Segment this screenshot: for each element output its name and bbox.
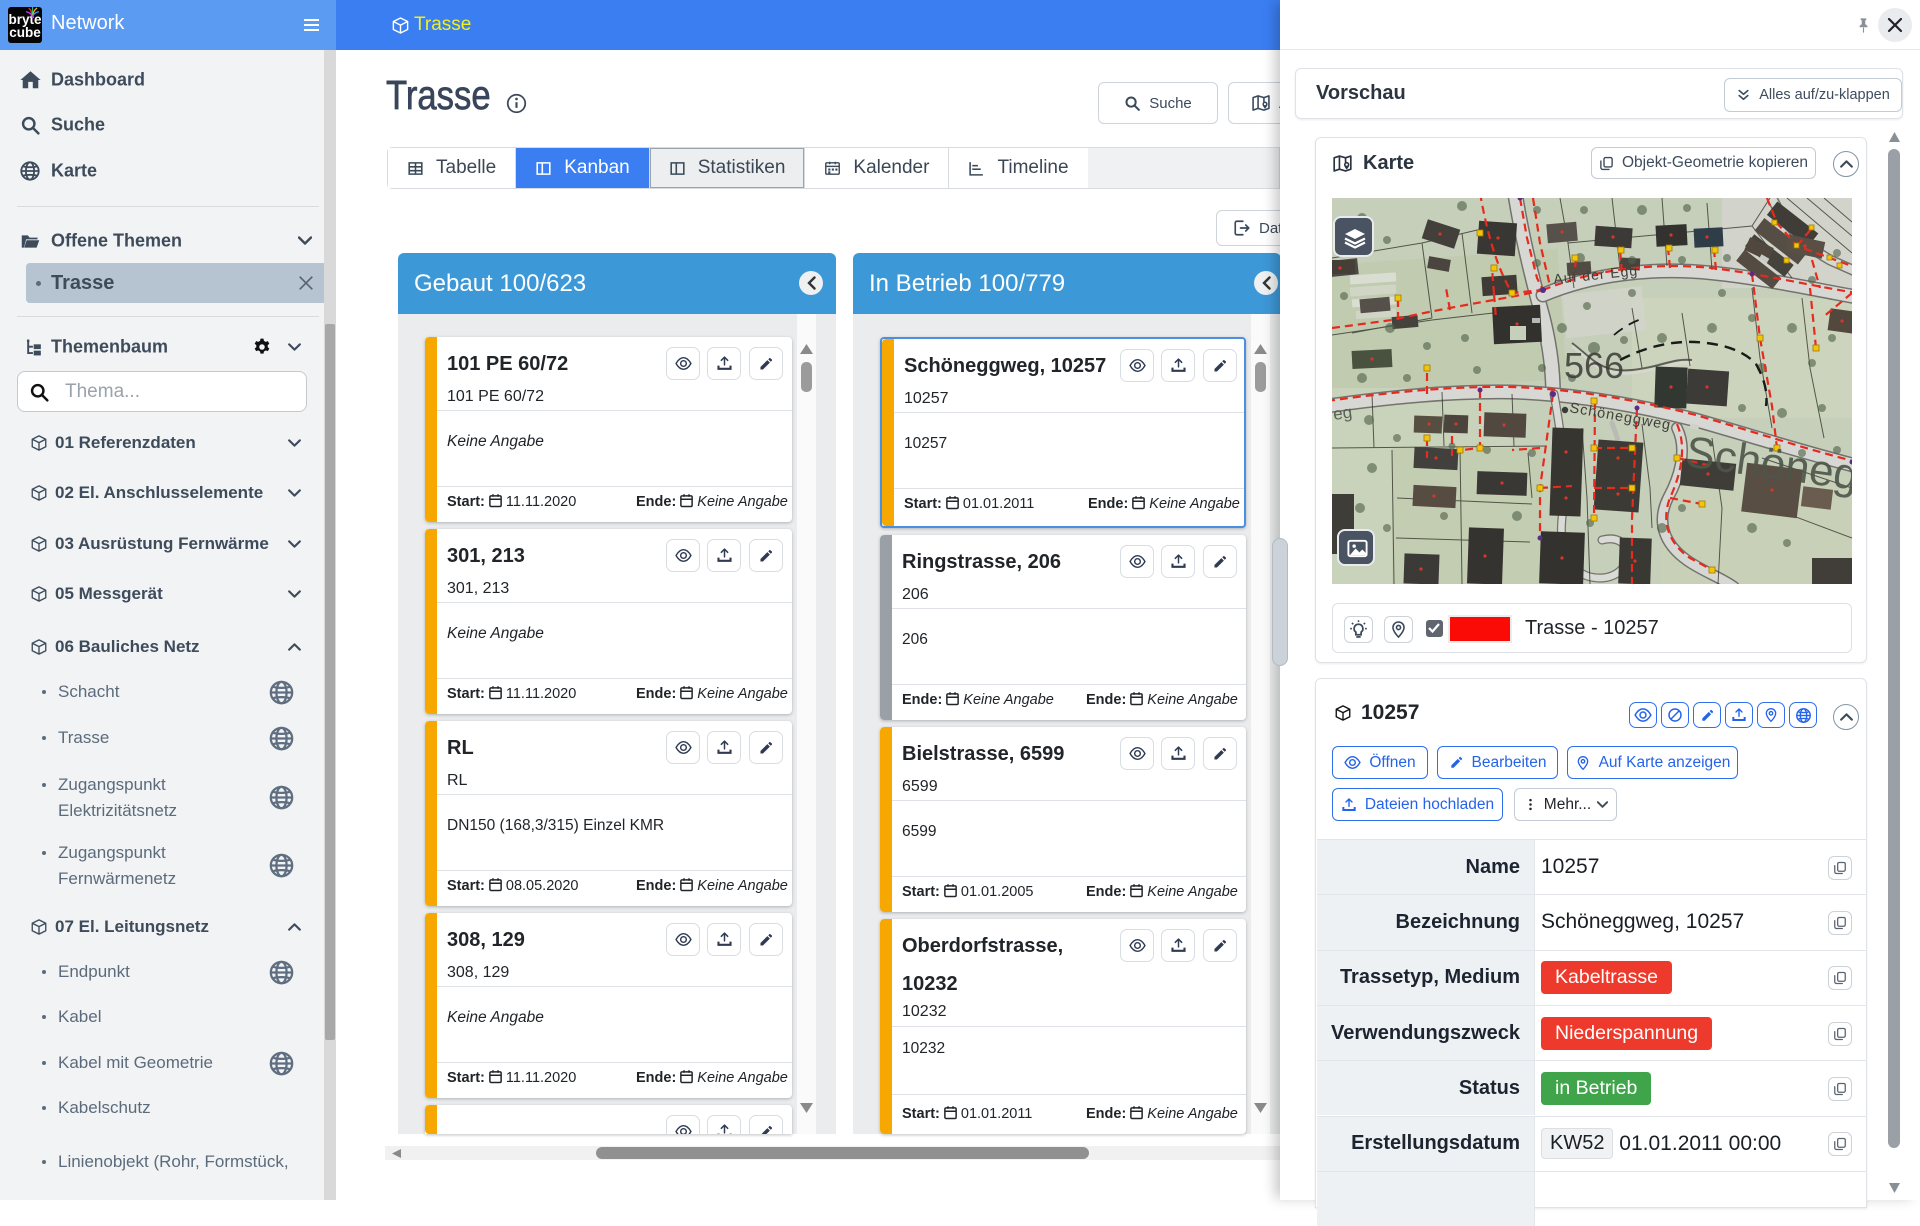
svg-text:566: 566 <box>1564 345 1624 386</box>
svg-text:eg: eg <box>1332 403 1353 424</box>
